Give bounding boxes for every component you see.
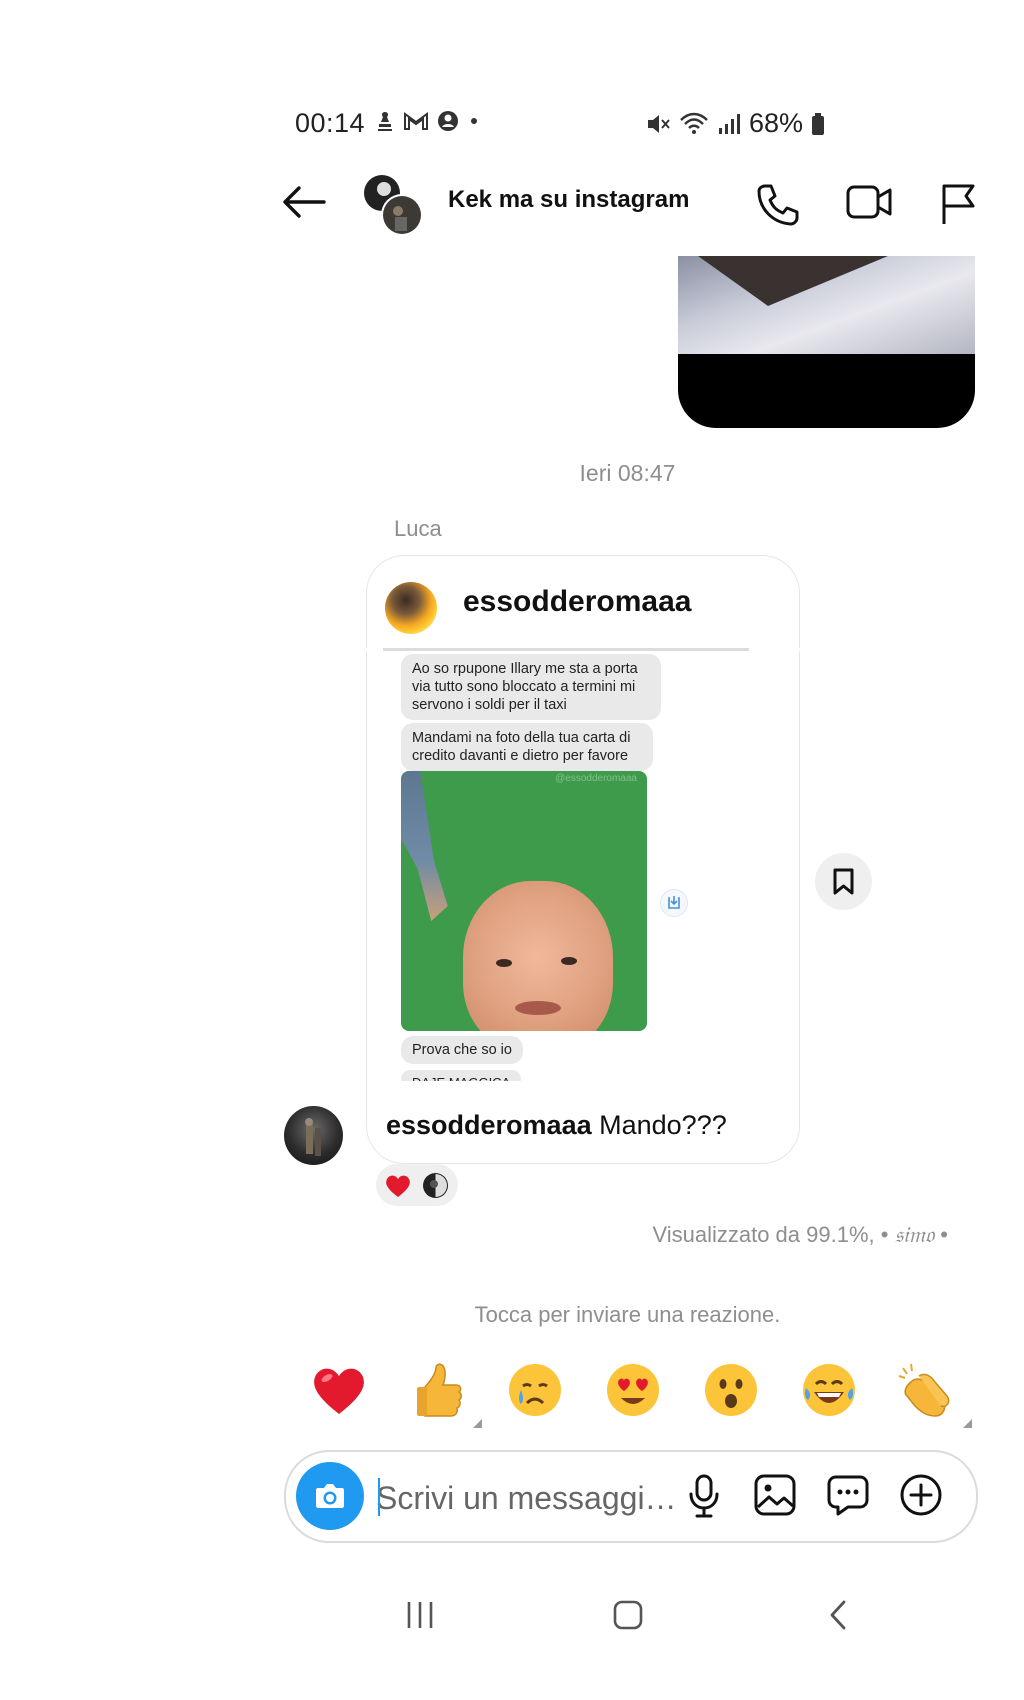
wifi-icon (680, 112, 708, 134)
screenshot-photo: @essodderomaaa (401, 771, 647, 1031)
screenshot-watermark: @essodderomaaa (555, 773, 637, 784)
text-caret (378, 1478, 380, 1516)
flag-button[interactable] (938, 182, 978, 231)
sticker-button[interactable] (826, 1473, 870, 1522)
video-camera-icon (846, 185, 892, 219)
recents-icon (407, 1602, 433, 1628)
caption-text: Mando??? (599, 1110, 727, 1140)
mute-icon (648, 114, 670, 133)
phone-icon (757, 184, 799, 226)
gallery-button[interactable] (753, 1473, 797, 1522)
reaction-clapping-button[interactable] (878, 1358, 976, 1428)
arrow-left-icon (283, 186, 326, 218)
reaction-surprised-button[interactable] (682, 1358, 780, 1422)
reaction-heart-eyes-button[interactable] (584, 1358, 682, 1422)
sender-name: Luca (394, 516, 442, 541)
more-options-button[interactable] (899, 1473, 943, 1522)
reaction-thumbs-up-button[interactable] (388, 1358, 486, 1428)
selfie-face (463, 881, 613, 1031)
screenshot-bubble: Prova che so io (401, 1036, 523, 1064)
bookmark-icon (833, 868, 854, 895)
seen-suffix: • (940, 1222, 948, 1247)
heart-emoji-icon (314, 1368, 364, 1414)
image-gallery-icon (754, 1474, 796, 1516)
camera-icon (316, 1484, 344, 1508)
share-reply-icon (668, 896, 680, 909)
reaction-heart-button[interactable] (290, 1358, 388, 1422)
group-avatar[interactable] (362, 173, 423, 236)
flag-icon (942, 184, 975, 224)
message-reactions[interactable] (376, 1164, 458, 1206)
chat-bubble-dots-icon (827, 1475, 869, 1516)
microphone-icon (689, 1474, 719, 1518)
stamp-notification-icon (378, 112, 392, 131)
heart-eyes-emoji-icon (607, 1364, 659, 1416)
chat-title[interactable]: Kek ma su instagram (448, 186, 689, 214)
save-post-button[interactable] (815, 853, 872, 910)
post-author-username[interactable]: essodderomaaa (463, 585, 691, 619)
gmail-icon (404, 112, 428, 130)
reaction-laughing-button[interactable] (780, 1358, 878, 1422)
recent-apps-button[interactable] (405, 1598, 435, 1637)
chevron-left-icon (830, 1600, 846, 1630)
status-time: 00:14 (295, 108, 366, 138)
system-back-button[interactable] (826, 1598, 850, 1637)
sender-avatar[interactable] (284, 1106, 343, 1165)
home-icon (613, 1600, 643, 1630)
plus-circle-icon (900, 1474, 942, 1516)
caption-username: essodderomaaa (386, 1110, 592, 1140)
battery-percent: 68% (749, 108, 804, 138)
quick-reaction-bar (290, 1358, 976, 1428)
reaction-hint: Tocca per inviare una reazione. (474, 1302, 781, 1327)
reply-shortcut-button[interactable] (660, 889, 688, 917)
battery-icon (812, 112, 825, 135)
seen-indicator: Visualizzato da 99.1%, • 𝔰𝔦𝔪𝔬 • (0, 1222, 948, 1248)
message-input[interactable] (376, 1478, 676, 1518)
post-caption: essodderomaaa Mando??? (386, 1110, 727, 1141)
audio-call-button[interactable] (755, 182, 799, 231)
dot-icon (471, 118, 477, 124)
tears-of-joy-emoji-icon (803, 1364, 855, 1416)
seen-prefix: Visualizzato da 99.1%, • (652, 1222, 889, 1247)
account-circle-icon (438, 111, 458, 131)
reaction-crying-button[interactable] (486, 1358, 584, 1422)
status-system-icons: 68% (645, 108, 825, 139)
clapping-hands-emoji-icon (898, 1363, 950, 1417)
video-message[interactable] (678, 256, 975, 428)
seen-username: 𝔰𝔦𝔪𝔬 (894, 1223, 935, 1248)
message-timestamp: Ieri 08:47 (579, 460, 676, 486)
reactor-avatar-icon (423, 1173, 448, 1198)
surprised-face-emoji-icon (705, 1364, 757, 1416)
camera-button[interactable] (296, 1462, 364, 1530)
screenshot-bubble: Mandami na foto della tua carta di credi… (401, 723, 653, 771)
thumbs-up-emoji-icon (417, 1363, 462, 1417)
screenshot-bubble: Ao so rpupone Illary me sta a porta via … (401, 654, 661, 720)
home-button[interactable] (612, 1598, 644, 1637)
status-notification-icons (375, 110, 481, 132)
post-author-avatar[interactable] (385, 582, 437, 634)
crying-face-emoji-icon (509, 1364, 561, 1416)
signal-icon (719, 113, 740, 134)
back-button[interactable] (282, 185, 326, 224)
voice-message-button[interactable] (686, 1473, 722, 1524)
video-call-button[interactable] (845, 182, 893, 227)
heart-reaction-icon (386, 1175, 410, 1197)
